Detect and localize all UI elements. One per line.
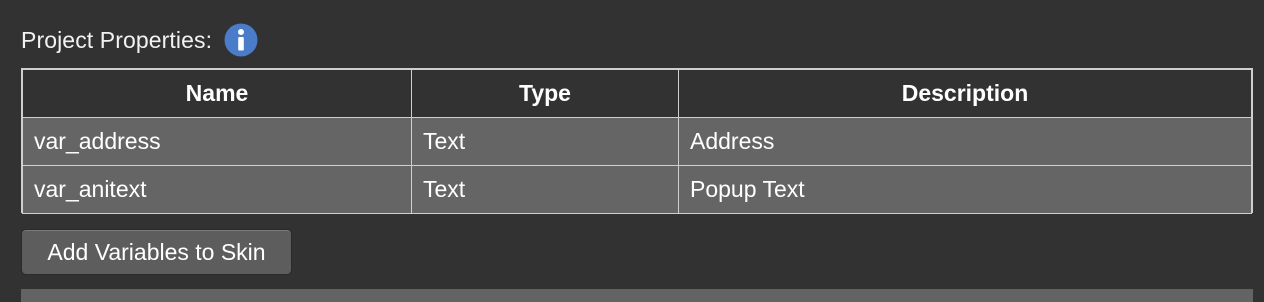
variables-table: Name Type Description var_address Text A… [21,68,1253,214]
info-icon[interactable] [224,23,258,57]
table-header-row: Name Type Description [22,69,1252,118]
page-title: Project Properties: [21,26,213,53]
cell-type[interactable]: Text [411,165,679,214]
cell-name[interactable]: var_address [22,117,412,166]
cell-description[interactable]: Popup Text [678,165,1252,214]
column-header-name[interactable]: Name [22,69,412,118]
table-row[interactable]: var_address Text Address [22,117,1252,166]
add-variables-button[interactable]: Add Variables to Skin [21,229,292,275]
properties-header: Project Properties: [21,22,258,58]
cell-name[interactable]: var_anitext [22,165,412,214]
table-row[interactable]: var_anitext Text Popup Text [22,165,1252,214]
column-header-description[interactable]: Description [678,69,1252,118]
cell-type[interactable]: Text [411,117,679,166]
cell-description[interactable]: Address [678,117,1252,166]
column-header-type[interactable]: Type [411,69,679,118]
lower-panel [21,289,1253,302]
